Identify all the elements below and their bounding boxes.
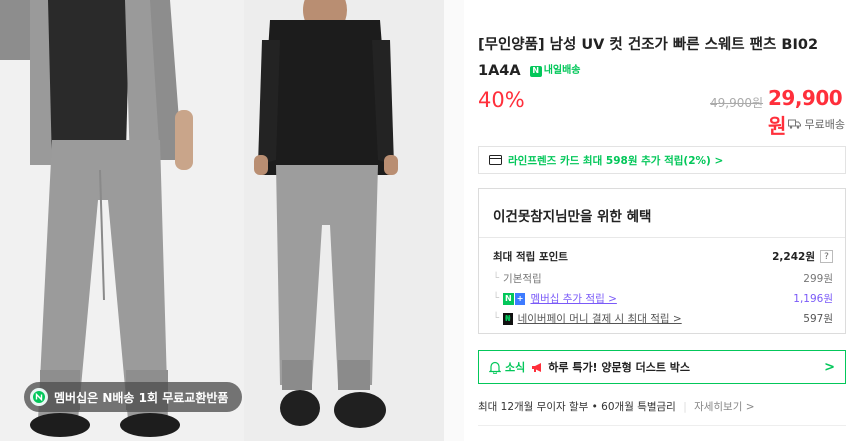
installment-info: 최대 12개월 무이자 할부 • 60개월 특별금리 | 자세히보기 > [478,399,755,414]
discount-rate: 40% [478,88,525,112]
max-points-label: 최대 적립 포인트 [493,251,568,263]
benefit-title: 이건못참지님만을 위한 혜택 [493,209,652,225]
chevron-right-icon: > [824,360,835,375]
max-points-row: 최대 적립 포인트 2,242원 ? [493,249,833,264]
megaphone-icon [532,362,542,372]
help-icon[interactable]: ? [820,250,833,263]
product-gallery[interactable]: 멤버십은 N배송 1회 무료교환반품 [0,0,444,441]
news-text: 하루 특가! 양문형 더스트 박스 [548,361,691,374]
basic-points-value: 299원 [803,273,833,285]
model-right-figure [244,0,444,441]
news-banner[interactable]: 소식 하루 특가! 양문형 더스트 박스 > [478,350,846,384]
tree-branch-icon: └ [493,313,500,324]
tree-branch-icon: └ [493,273,500,284]
membership-exchange-badge: 멤버십은 N배송 1회 무료교환반품 [24,382,243,412]
membership-badge-text: 멤버십은 N배송 1회 무료교환반품 [54,390,229,405]
n-delivery-icon: N [529,65,542,77]
product-image[interactable] [0,0,444,441]
news-label: 소식 [505,361,526,374]
naver-pay-icon: ₦ [503,312,513,325]
installment-details-link[interactable]: 자세히보기 > [694,401,754,413]
divider [479,237,845,238]
installment-text: 최대 12개월 무이자 할부 • 60개월 특별금리 [478,401,676,413]
membership-points-value: 1,196원 [793,293,833,305]
benefit-box: 이건못참지님만을 위한 혜택 최대 적립 포인트 2,242원 ? └ 기본적립 … [478,188,846,334]
basic-points-label: 기본적립 [503,273,542,285]
n-membership-icon: N [503,292,514,305]
npay-points-row[interactable]: └ ₦ 네이버페이 머니 결제 시 최대 적립 > 597원 [493,311,833,326]
card-benefit-link[interactable]: 라인프렌즈 카드 최대 598원 추가 적립(2%) > [478,146,846,174]
truck-icon [787,119,801,129]
max-points-value: 2,242원 [772,251,815,263]
original-price: 49,900원 [710,96,764,110]
membership-points-link[interactable]: 멤버십 추가 적립 > [530,291,616,306]
tomorrow-delivery-tag: N 내일배송 [529,58,581,84]
credit-card-icon [489,155,502,165]
n-delivery-icon [30,388,48,406]
bell-icon [489,361,501,374]
product-title: [무인양품] 남성 UV 컷 건조가 빠른 스웨트 팬츠 BI02 1A4A N… [478,32,846,84]
card-benefit-text: 라인프렌즈 카드 최대 598원 추가 적립(2%) > [508,154,724,167]
delivery-tag-label: 내일배송 [543,65,581,76]
basic-points-row: └ 기본적립 299원 [493,271,833,286]
shipping-text: 무료배송 [804,118,845,131]
gallery-edge [444,0,464,441]
npay-points-link[interactable]: 네이버페이 머니 결제 시 최대 적립 > [518,311,682,326]
plus-icon: + [514,292,526,305]
shipping-info: 무료배송 [787,116,845,132]
divider: | [683,401,687,413]
npay-points-value: 597원 [803,313,833,325]
product-info: [무인양품] 남성 UV 컷 건조가 빠른 스웨트 팬츠 BI02 1A4A N… [478,0,849,441]
tree-branch-icon: └ [493,293,500,304]
divider [478,425,846,426]
membership-points-row[interactable]: └ N + 멤버십 추가 적립 > 1,196원 [493,291,833,306]
